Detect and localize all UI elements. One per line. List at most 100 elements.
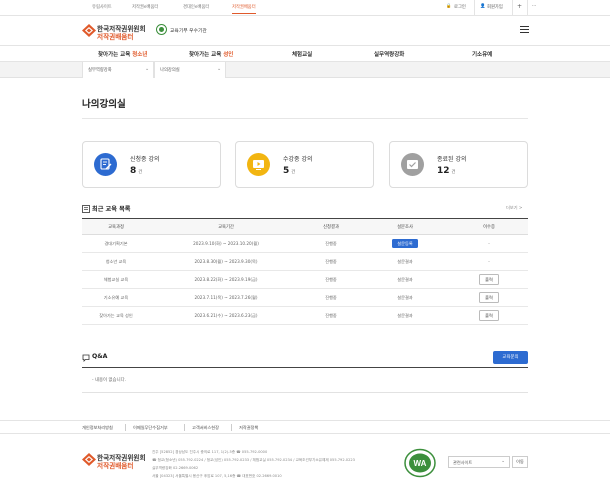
footer-address-line: ☎ 청교(청소년) 055.792.0224 / 청교(성인) 055.792.… (152, 458, 355, 462)
site-tab-1[interactable]: 유림사이트 (92, 4, 112, 10)
card-count: 12 건 (437, 166, 456, 176)
qna-empty-message: - 내용이 없습니다. (92, 378, 127, 383)
breadcrumb-select-2[interactable]: 나의강의실 ⌄ (154, 62, 226, 78)
chevron-down-icon: ⌄ (217, 66, 222, 72)
course-period: 2023.7.11(목) ~ 2023.7.26(월) (150, 288, 302, 307)
more-link[interactable]: 더보기 > (506, 205, 522, 211)
column-header: 신청결과 (302, 218, 360, 235)
footer-address-line: 실무역량강화 02.2669.0062 (152, 466, 199, 470)
course-name: 기소유예 교육 (82, 288, 150, 307)
main-nav: 찾아가는 교육 청소년 찾아가는 교육 성인 체험교실 실무역량강화 기소유예 (0, 45, 610, 62)
footer-logo-subtitle: 저작권배움터 (97, 462, 134, 470)
table-row: 청소년 교육 2023.8.30(월) ~ 2023.9.30(목) 진행중 설… (82, 252, 528, 271)
footer-link-email-refusal[interactable]: 이메일무단수집거부 (133, 425, 168, 431)
certificate-cell: - (450, 234, 528, 253)
print-certificate-button[interactable]: 출력 (479, 274, 499, 285)
column-header: 설문조사 (360, 218, 450, 235)
select-label: 관련사이트 (453, 460, 473, 465)
course-period: 2023.8.30(월) ~ 2023.9.30(목) (150, 252, 302, 271)
signup-link[interactable]: 회원가입 (487, 4, 503, 10)
web-accessibility-mark-icon: WA (404, 448, 436, 478)
more-icon[interactable]: ··· (532, 4, 536, 9)
survey-result-link[interactable]: 설문결과 (360, 270, 450, 289)
course-name: 찾아가는 교육 성인 (82, 306, 150, 325)
stat-card-applied[interactable]: 신청중 강의 8건 (82, 141, 221, 188)
course-name: 경대기획기본 (82, 234, 150, 253)
certificate-cell: 출력 (450, 306, 528, 325)
checklist-icon (401, 153, 424, 176)
course-period: 2023.6.21(수) ~ 2023.6.23(금) (150, 306, 302, 325)
breadcrumb-label-1: 실무역량강화 (88, 68, 112, 73)
divider (527, 0, 528, 16)
course-result: 진행중 (302, 252, 360, 271)
nav-experience-class[interactable]: 체험교실 (292, 50, 312, 58)
course-name: 체험교실 교육 (82, 270, 150, 289)
site-tab-2[interactable]: 저작권e배움터 (132, 4, 158, 10)
education-badge-icon (156, 24, 167, 35)
chevron-down-icon: ⌄ (145, 66, 150, 72)
table-row: 체험교실 교육 2023.8.22(화) ~ 2023.9.19(금) 진행중 … (82, 270, 528, 289)
survey-result-link[interactable]: 설문결과 (360, 252, 450, 271)
divider (125, 424, 126, 431)
course-name: 청소년 교육 (82, 252, 150, 271)
course-result: 진행중 (302, 288, 360, 307)
divider (512, 0, 513, 16)
column-header: 이수증 (450, 218, 528, 235)
footer-address-line: 진주 [52852] 경상남도 진주시 충의로 117, 1(2)-5층 ☎ 0… (152, 450, 268, 454)
column-header: 교육기간 (150, 218, 302, 235)
go-button[interactable]: 이동 (512, 456, 528, 468)
menu-icon[interactable] (520, 26, 529, 34)
stat-card-completed[interactable]: 종료된 강의 12 건 (389, 141, 528, 188)
nav-suspended-indictment[interactable]: 기소유예 (472, 50, 492, 58)
nav-practical-skills[interactable]: 실무역량강화 (374, 50, 404, 58)
survey-result-link[interactable]: 설문결과 (360, 306, 450, 325)
list-icon (82, 205, 90, 213)
certificate-cell: - (450, 252, 528, 271)
footer-link-service-charter[interactable]: 고객서비스헌장 (192, 425, 219, 431)
site-tab-4[interactable]: 저작권배움터 (232, 4, 256, 14)
divider (184, 424, 185, 431)
breadcrumb: 실무역량강화 ⌄ 나의강의실 ⌄ (0, 62, 610, 78)
certificate-cell: 출력 (450, 288, 528, 307)
card-label: 수강중 강의 (283, 156, 313, 163)
print-certificate-button[interactable]: 출력 (479, 310, 499, 321)
breadcrumb-select-1[interactable]: 실무역량강화 ⌄ (82, 62, 154, 78)
footer-link-copyright-policy[interactable]: 저작권정책 (239, 425, 258, 431)
user-icon: 👤 (480, 4, 486, 9)
survey-register-button[interactable]: 설문등록 (392, 239, 418, 248)
monitor-play-icon (247, 153, 270, 176)
survey-cell: 설문등록 (360, 234, 450, 253)
nav-youth-education[interactable]: 찾아가는 교육 청소년 (98, 50, 147, 58)
course-period: 2023.9.10(화) ~ 2023.10.20(월) (150, 234, 302, 253)
related-sites-select[interactable]: 관련사이트 ⌄ (448, 456, 510, 468)
print-certificate-button[interactable]: 출력 (479, 292, 499, 303)
certificate-cell: 출력 (450, 270, 528, 289)
course-result: 진행중 (302, 270, 360, 289)
divider (82, 118, 528, 119)
course-period: 2023.8.22(화) ~ 2023.9.19(금) (150, 270, 302, 289)
logo-icon[interactable] (82, 24, 96, 37)
lock-icon: 🔒 (446, 4, 452, 9)
document-pen-icon (94, 153, 117, 176)
course-table: 교육과정 교육기간 신청결과 설문조사 이수증 경대기획기본 2023.9.10… (82, 218, 528, 325)
survey-result-link[interactable]: 설문결과 (360, 288, 450, 307)
nav-adult-education[interactable]: 찾아가는 교육 성인 (189, 50, 233, 58)
login-link[interactable]: 로그인 (454, 4, 466, 10)
column-header: 교육과정 (82, 218, 150, 235)
stat-card-in-progress[interactable]: 수강중 강의 5건 (235, 141, 374, 188)
table-header-row: 교육과정 교육기간 신청결과 설문조사 이수증 (82, 218, 528, 235)
footer-address-line: 서울 [04323] 서울특별시 용산구 후암로 107, 5,16층 ☎ 대표… (152, 474, 282, 478)
qna-title: Q&A (92, 353, 108, 360)
footer-logo-icon (82, 453, 96, 466)
footer-link-privacy[interactable]: 개인정보처리방침 (82, 425, 113, 431)
top-utility-bar: 유림사이트 저작권e배움터 경대인e배움터 저작권배움터 🔒 로그인 👤 회원가… (0, 0, 610, 16)
logo-subtitle[interactable]: 저작권배움터 (97, 31, 133, 41)
card-count: 5건 (283, 166, 296, 176)
breadcrumb-label-2: 나의강의실 (160, 68, 180, 73)
site-tab-3[interactable]: 경대인e배움터 (183, 4, 209, 10)
plus-icon[interactable]: + (517, 3, 522, 10)
divider (82, 392, 528, 393)
education-inquiry-button[interactable]: 교육문의 (493, 351, 528, 364)
card-label: 종료된 강의 (437, 156, 467, 163)
footer-links: 개인정보처리방침 이메일무단수집거부 고객서비스헌장 저작권정책 (0, 420, 610, 434)
